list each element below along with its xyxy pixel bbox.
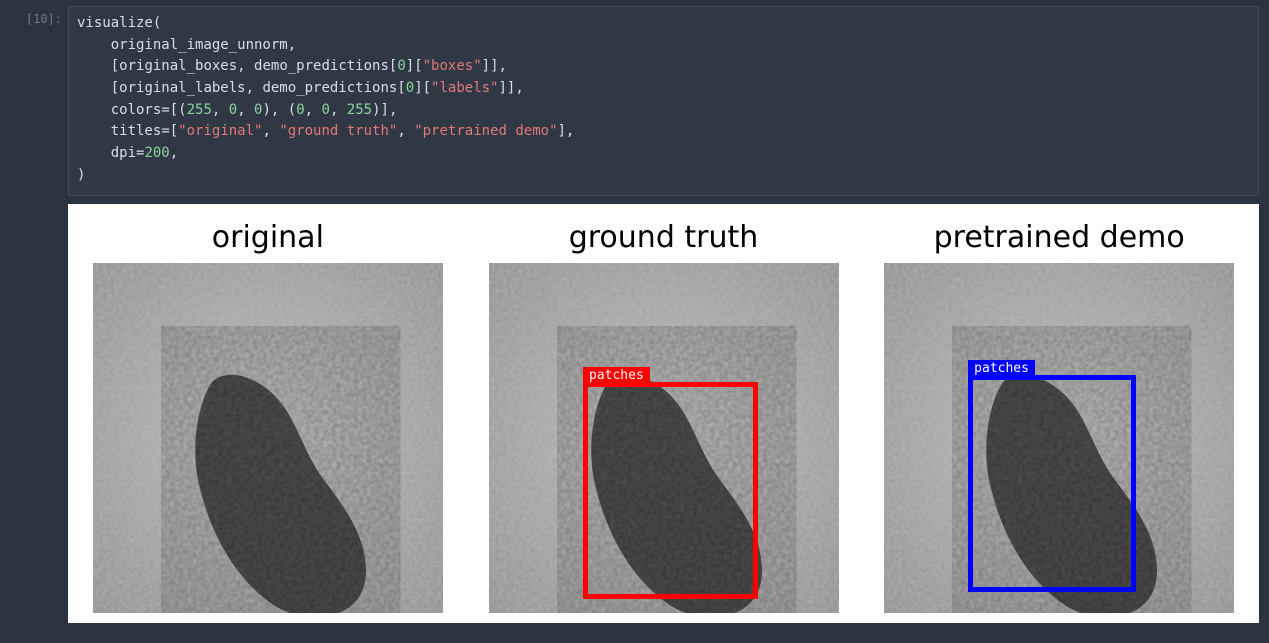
bounding-box: patches xyxy=(968,375,1136,592)
panel-image xyxy=(93,263,443,613)
figure: originalground truthpatchespretrained de… xyxy=(68,204,1259,623)
code-editor[interactable]: visualize( original_image_unnorm, [origi… xyxy=(68,6,1259,196)
cell-output: originalground truthpatchespretrained de… xyxy=(68,204,1259,623)
figure-panel: ground truth patches xyxy=(476,220,852,613)
panel-title: original xyxy=(212,220,324,255)
panel-title: pretrained demo xyxy=(934,220,1185,255)
figure-panel: pretrained demo patches xyxy=(871,220,1247,613)
bounding-box-label: patches xyxy=(583,367,650,385)
panel-image: patches xyxy=(489,263,839,613)
bounding-box-label: patches xyxy=(968,360,1035,378)
bounding-box: patches xyxy=(583,382,758,599)
figure-panel: original xyxy=(80,220,456,613)
notebook: [10]: visualize( original_image_unnorm, … xyxy=(0,0,1269,643)
panel-image: patches xyxy=(884,263,1234,613)
panel-title: ground truth xyxy=(569,220,759,255)
code-cell: [10]: visualize( original_image_unnorm, … xyxy=(10,6,1259,196)
cell-prompt: [10]: xyxy=(10,6,68,26)
